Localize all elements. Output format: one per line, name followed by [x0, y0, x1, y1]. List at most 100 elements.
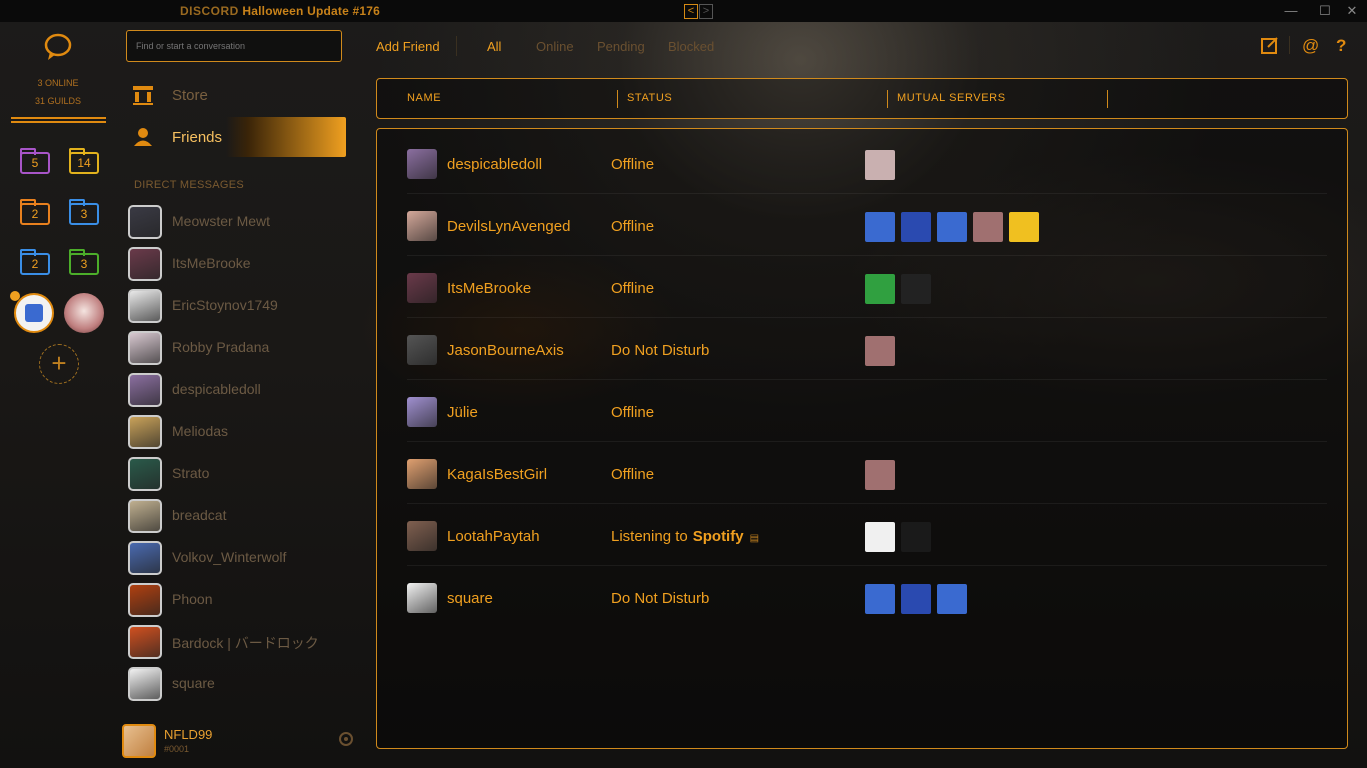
activity-name: Spotify	[692, 528, 744, 545]
server-icon[interactable]	[865, 212, 895, 242]
friend-status: Offline	[611, 466, 654, 483]
status-text: Offline	[611, 404, 655, 421]
tab-all[interactable]: All	[487, 39, 501, 54]
notification-dot	[10, 291, 20, 301]
server-icon[interactable]	[865, 460, 895, 490]
server-icon[interactable]	[937, 212, 967, 242]
dm-item[interactable]: Meowster Mewt	[128, 203, 358, 239]
chat-bubble-icon[interactable]	[42, 32, 74, 69]
server-icon[interactable]	[865, 522, 895, 552]
dm-name: ItsMeBrooke	[172, 255, 251, 271]
dm-item[interactable]: Bardock | バードロック	[128, 623, 358, 659]
forward-button[interactable]: >	[699, 4, 713, 19]
server-icon[interactable]	[901, 522, 931, 552]
dm-name: Strato	[172, 465, 210, 481]
server-icon[interactable]	[865, 274, 895, 304]
dm-item[interactable]: breadcat	[128, 497, 358, 533]
dm-item[interactable]: ItsMeBrooke	[128, 245, 358, 281]
guild-folder[interactable]: 2	[20, 249, 50, 275]
server-icon[interactable]	[1009, 212, 1039, 242]
guild-count: 31 GUILDS	[34, 96, 82, 106]
column-status[interactable]: STATUS	[627, 92, 672, 104]
avatar	[128, 457, 162, 491]
status-text: Listening to	[611, 528, 688, 545]
avatar	[407, 273, 437, 303]
table-row[interactable]: square Do Not Disturb	[407, 566, 1327, 628]
tab-pending[interactable]: Pending	[597, 39, 645, 54]
dm-item[interactable]: Phoon	[128, 581, 358, 617]
divider	[11, 121, 106, 123]
table-row[interactable]: Jülie Offline	[407, 380, 1327, 442]
table-row[interactable]: despicabledoll Offline	[407, 132, 1327, 194]
status-text: Offline	[611, 156, 655, 173]
store-label: Store	[172, 87, 208, 104]
avatar	[128, 667, 162, 701]
server-icon[interactable]	[973, 212, 1003, 242]
friend-status: Offline	[611, 404, 654, 421]
column-name[interactable]: NAME	[407, 92, 441, 104]
mentions-icon[interactable]: @	[1302, 36, 1319, 56]
friend-name: JasonBourneAxis	[447, 342, 564, 359]
table-row[interactable]: ItsMeBrooke Offline	[407, 256, 1327, 318]
column-mutual-servers[interactable]: MUTUAL SERVERS	[897, 92, 1006, 104]
server-icon[interactable]	[865, 150, 895, 180]
guild-folder[interactable]: 2	[20, 199, 50, 225]
dm-item[interactable]: Strato	[128, 455, 358, 491]
column-separator	[1107, 90, 1108, 108]
table-row[interactable]: DevilsLynAvenged Offline	[407, 194, 1327, 256]
table-row[interactable]: KagaIsBestGirl Offline	[407, 442, 1327, 504]
friend-status: Do Not Disturb	[611, 590, 709, 607]
server-icon[interactable]	[865, 584, 895, 614]
table-row[interactable]: JasonBourneAxis Do Not Disturb	[407, 318, 1327, 380]
dm-name: Phoon	[172, 591, 213, 607]
tab-online[interactable]: Online	[536, 39, 574, 54]
sidebar-item-friends[interactable]: Friends	[128, 117, 346, 157]
dm-item[interactable]: despicabledoll	[128, 371, 358, 407]
dm-header: DIRECT MESSAGES	[134, 179, 245, 191]
guild-icon[interactable]	[64, 293, 104, 333]
guild-folder[interactable]: 3	[69, 249, 99, 275]
back-button[interactable]: <	[684, 4, 698, 19]
friend-name: square	[447, 590, 493, 607]
guild-folder[interactable]: 3	[69, 199, 99, 225]
dm-item[interactable]: Meliodas	[128, 413, 358, 449]
search-input[interactable]	[126, 30, 342, 62]
minimize-button[interactable]: —	[1276, 2, 1306, 20]
gear-icon[interactable]	[336, 729, 356, 754]
guild-folder[interactable]: 14	[69, 148, 99, 174]
dm-item[interactable]: EricStoynov1749	[128, 287, 358, 323]
help-icon[interactable]: ?	[1336, 36, 1346, 56]
column-separator	[887, 90, 888, 108]
friends-icon	[132, 126, 154, 152]
maximize-button[interactable]: ☐	[1310, 2, 1340, 20]
add-guild-button[interactable]: +	[39, 344, 79, 384]
server-icon[interactable]	[901, 584, 931, 614]
activity-details-icon[interactable]: ▤	[750, 533, 759, 544]
update-title: Halloween Update #176	[242, 4, 380, 18]
server-icon[interactable]	[865, 336, 895, 366]
guild-folder[interactable]: 5	[20, 148, 50, 174]
server-icon[interactable]	[901, 212, 931, 242]
guild-icon[interactable]	[14, 293, 54, 333]
sidebar-item-store[interactable]: Store	[128, 76, 346, 116]
server-icon[interactable]	[937, 584, 967, 614]
friends-label: Friends	[172, 129, 223, 146]
close-button[interactable]: ✕	[1337, 2, 1367, 20]
status-text: Offline	[611, 466, 655, 483]
divider	[11, 117, 106, 119]
new-dm-icon[interactable]	[1261, 36, 1279, 59]
tab-blocked[interactable]: Blocked	[668, 39, 714, 54]
add-friend-button[interactable]: Add Friend	[376, 39, 440, 54]
dm-item[interactable]: Robby Pradana	[128, 329, 358, 365]
dm-item[interactable]: Volkov_Winterwolf	[128, 539, 358, 575]
avatar	[407, 459, 437, 489]
server-icon[interactable]	[901, 274, 931, 304]
dm-item[interactable]: square	[128, 665, 358, 701]
dm-name: Bardock | バードロック	[172, 635, 319, 651]
avatar	[407, 583, 437, 613]
guild-sidebar: 3 ONLINE 31 GUILDS 5 14 2 3 2 3 +	[0, 22, 116, 768]
avatar[interactable]	[122, 724, 156, 758]
friend-status: Offline	[611, 218, 654, 235]
table-row[interactable]: LootahPaytah Listening to Spotify ▤	[407, 504, 1327, 566]
status-text: Offline	[611, 280, 655, 297]
